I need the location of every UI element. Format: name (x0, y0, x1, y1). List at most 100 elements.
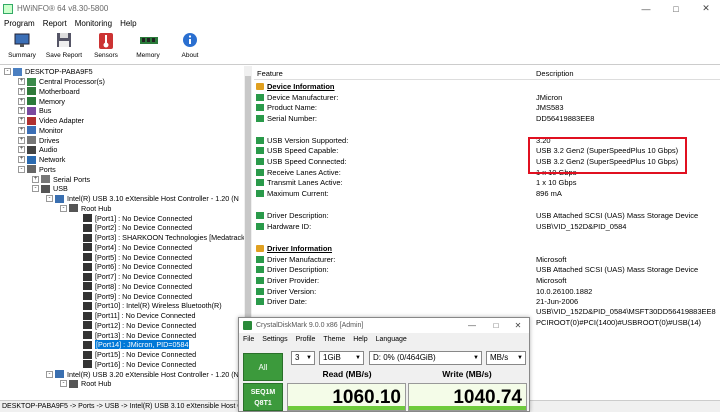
tree-item[interactable]: - DESKTOP-PABA9F5 (4, 67, 93, 77)
all-button[interactable]: All (243, 353, 283, 381)
tree-item[interactable]: [Port13] : No Device Connected (74, 330, 196, 340)
crystaldiskmark-window[interactable]: CrystalDiskMark 9.0.0 x86 [Admin] — □ ✕ … (238, 317, 530, 412)
menu-report[interactable]: Report (39, 19, 71, 28)
save-report-button[interactable]: Save Report (42, 32, 86, 63)
tree-item[interactable]: [Port9] : No Device Connected (74, 291, 192, 301)
detail-row[interactable]: Driver Description: USB Attached SCSI (UA… (254, 265, 720, 275)
collapse-icon[interactable]: - (46, 195, 53, 203)
tree-item[interactable]: + Bus (18, 106, 51, 116)
memory-button[interactable]: Memory (126, 32, 170, 63)
collapse-icon[interactable]: - (46, 370, 53, 378)
tree-item[interactable]: [Port8] : No Device Connected (74, 282, 192, 292)
tree-item[interactable]: + Video Adapter (18, 116, 84, 126)
detail-row[interactable]: Driver Date: 21-Jun-2006 (254, 297, 720, 307)
expand-icon[interactable]: + (32, 175, 39, 183)
section-header-row[interactable]: Driver Information (254, 244, 720, 254)
summary-button[interactable]: Summary (0, 32, 44, 63)
expand-icon[interactable]: + (18, 156, 25, 164)
expand-icon[interactable]: + (18, 136, 25, 144)
collapse-icon[interactable]: - (60, 380, 67, 388)
detail-row[interactable]: Hardware ID: USB\VID_152D&PID_0584 (254, 222, 720, 232)
detail-row[interactable]: Driver Manufacturer: Microsoft (254, 255, 720, 265)
tree-item[interactable]: - Intel(R) USB 3.20 eXtensible Host Contr… (46, 369, 239, 379)
cdm-maximize-icon[interactable]: □ (485, 319, 507, 332)
test-size-select[interactable]: 1GiB ▼ (319, 351, 364, 365)
drive-select[interactable]: D: 0% (0/464GiB) ▼ (369, 351, 482, 365)
cdm-menu-language[interactable]: Language (372, 336, 411, 343)
collapse-icon[interactable]: - (18, 165, 25, 173)
tree-item[interactable]: + Motherboard (18, 87, 80, 97)
cdm-close-icon[interactable]: ✕ (507, 319, 529, 332)
test-count-select[interactable]: 3 ▼ (291, 351, 315, 365)
menu-program[interactable]: Program (0, 19, 39, 28)
detail-row[interactable]: Maximum Current: 896 mA (254, 189, 720, 199)
section-header-row[interactable]: Device Information (254, 82, 720, 92)
detail-row[interactable]: Transmit Lanes Active: 1 x 10 Gbps (254, 178, 720, 188)
detail-row[interactable]: USB\VID_152D&PID_0584\MSFT30DD56419883EE… (254, 307, 720, 317)
tree-item[interactable]: [Port6] : No Device Connected (74, 262, 192, 272)
maximize-icon[interactable]: □ (660, 0, 692, 17)
memory-chip-icon (140, 32, 158, 50)
feature-column-header[interactable]: Feature (257, 69, 283, 78)
tree-item-label: DESKTOP-PABA9F5 (25, 67, 93, 77)
expand-icon[interactable]: + (18, 146, 25, 154)
expand-icon[interactable]: + (18, 107, 25, 115)
menu-help[interactable]: Help (116, 19, 140, 28)
tree-item[interactable]: [Port12] : No Device Connected (74, 321, 196, 331)
cdm-menu-theme[interactable]: Theme (319, 336, 349, 343)
detail-row[interactable]: Driver Description: USB Attached SCSI (UA… (254, 211, 720, 221)
tree-item[interactable]: + Central Processor(s) (18, 77, 105, 87)
expand-icon[interactable]: + (18, 117, 25, 125)
detail-row[interactable]: Device Manufacturer: JMicron (254, 93, 720, 103)
tree-item[interactable]: [Port3] : SHARKOON Technologies [Medatra… (74, 233, 245, 243)
tree-item[interactable]: + Drives (18, 135, 59, 145)
tree-item[interactable]: [Port16] : No Device Connected (74, 360, 196, 370)
tree-item[interactable]: + Serial Ports (32, 174, 90, 184)
tree-item-label: Video Adapter (39, 116, 85, 126)
expand-icon[interactable]: + (18, 78, 25, 86)
tree-item[interactable]: [Port14] : JMicron, PID=0584 (74, 340, 190, 350)
collapse-icon[interactable]: - (32, 185, 39, 193)
tree-item[interactable]: - Ports (18, 165, 56, 175)
tree-item[interactable]: + Monitor (18, 126, 63, 136)
expand-icon[interactable]: + (18, 87, 25, 95)
minimize-icon[interactable]: — (630, 0, 662, 17)
expand-icon[interactable]: + (18, 97, 25, 105)
tree-item[interactable]: [Port1] : No Device Connected (74, 213, 192, 223)
collapse-icon[interactable]: - (60, 204, 67, 212)
about-button[interactable]: About (168, 32, 212, 63)
tree-item[interactable]: [Port10] : Intel(R) Wireless Bluetooth(R… (74, 301, 222, 311)
detail-row[interactable]: Serial Number: DD56419883EE8 (254, 114, 720, 124)
tree-item[interactable]: [Port15] : No Device Connected (74, 350, 196, 360)
usb-icon (41, 184, 50, 193)
tree-item[interactable]: [Port11] : No Device Connected (74, 311, 196, 321)
tree-item[interactable]: - Intel(R) USB 3.10 eXtensible Host Contr… (46, 194, 239, 204)
seq1m-q8t1-test-button[interactable]: SEQ1M Q8T1 (243, 383, 283, 411)
tree-item[interactable]: + Network (18, 155, 65, 165)
expand-icon[interactable]: + (18, 126, 25, 134)
detail-row[interactable]: Driver Provider: Microsoft (254, 276, 720, 286)
tree-item[interactable]: [Port5] : No Device Connected (74, 252, 192, 262)
tree-item[interactable]: [Port2] : No Device Connected (74, 223, 192, 233)
description-column-header[interactable]: Description (536, 69, 574, 78)
tree-item[interactable]: + Memory (18, 96, 65, 106)
tree-item[interactable]: [Port7] : No Device Connected (74, 272, 192, 282)
tree-item[interactable]: - USB (32, 184, 68, 194)
tree-item[interactable]: + Audio (18, 145, 57, 155)
cdm-menu-profile[interactable]: Profile (292, 336, 320, 343)
cdm-menu-settings[interactable]: Settings (258, 336, 291, 343)
detail-row[interactable]: Driver Version: 10.0.26100.1882 (254, 287, 720, 297)
detail-row[interactable]: Product Name: JMS583 (254, 103, 720, 113)
menu-monitoring[interactable]: Monitoring (71, 19, 116, 28)
cdm-minimize-icon[interactable]: — (461, 319, 483, 332)
cdm-menu-file[interactable]: File (239, 336, 258, 343)
tree-item[interactable]: - Root Hub (60, 204, 111, 214)
close-icon[interactable]: ✕ (690, 0, 720, 17)
sensors-button[interactable]: Sensors (84, 32, 128, 63)
tree-item[interactable]: - Root Hub (60, 379, 111, 389)
unit-select[interactable]: MB/s ▼ (486, 351, 526, 365)
cdm-menu-help[interactable]: Help (349, 336, 371, 343)
collapse-icon[interactable]: - (4, 68, 11, 76)
details-header: Feature Description (254, 66, 720, 80)
tree-item[interactable]: [Port4] : No Device Connected (74, 243, 192, 253)
